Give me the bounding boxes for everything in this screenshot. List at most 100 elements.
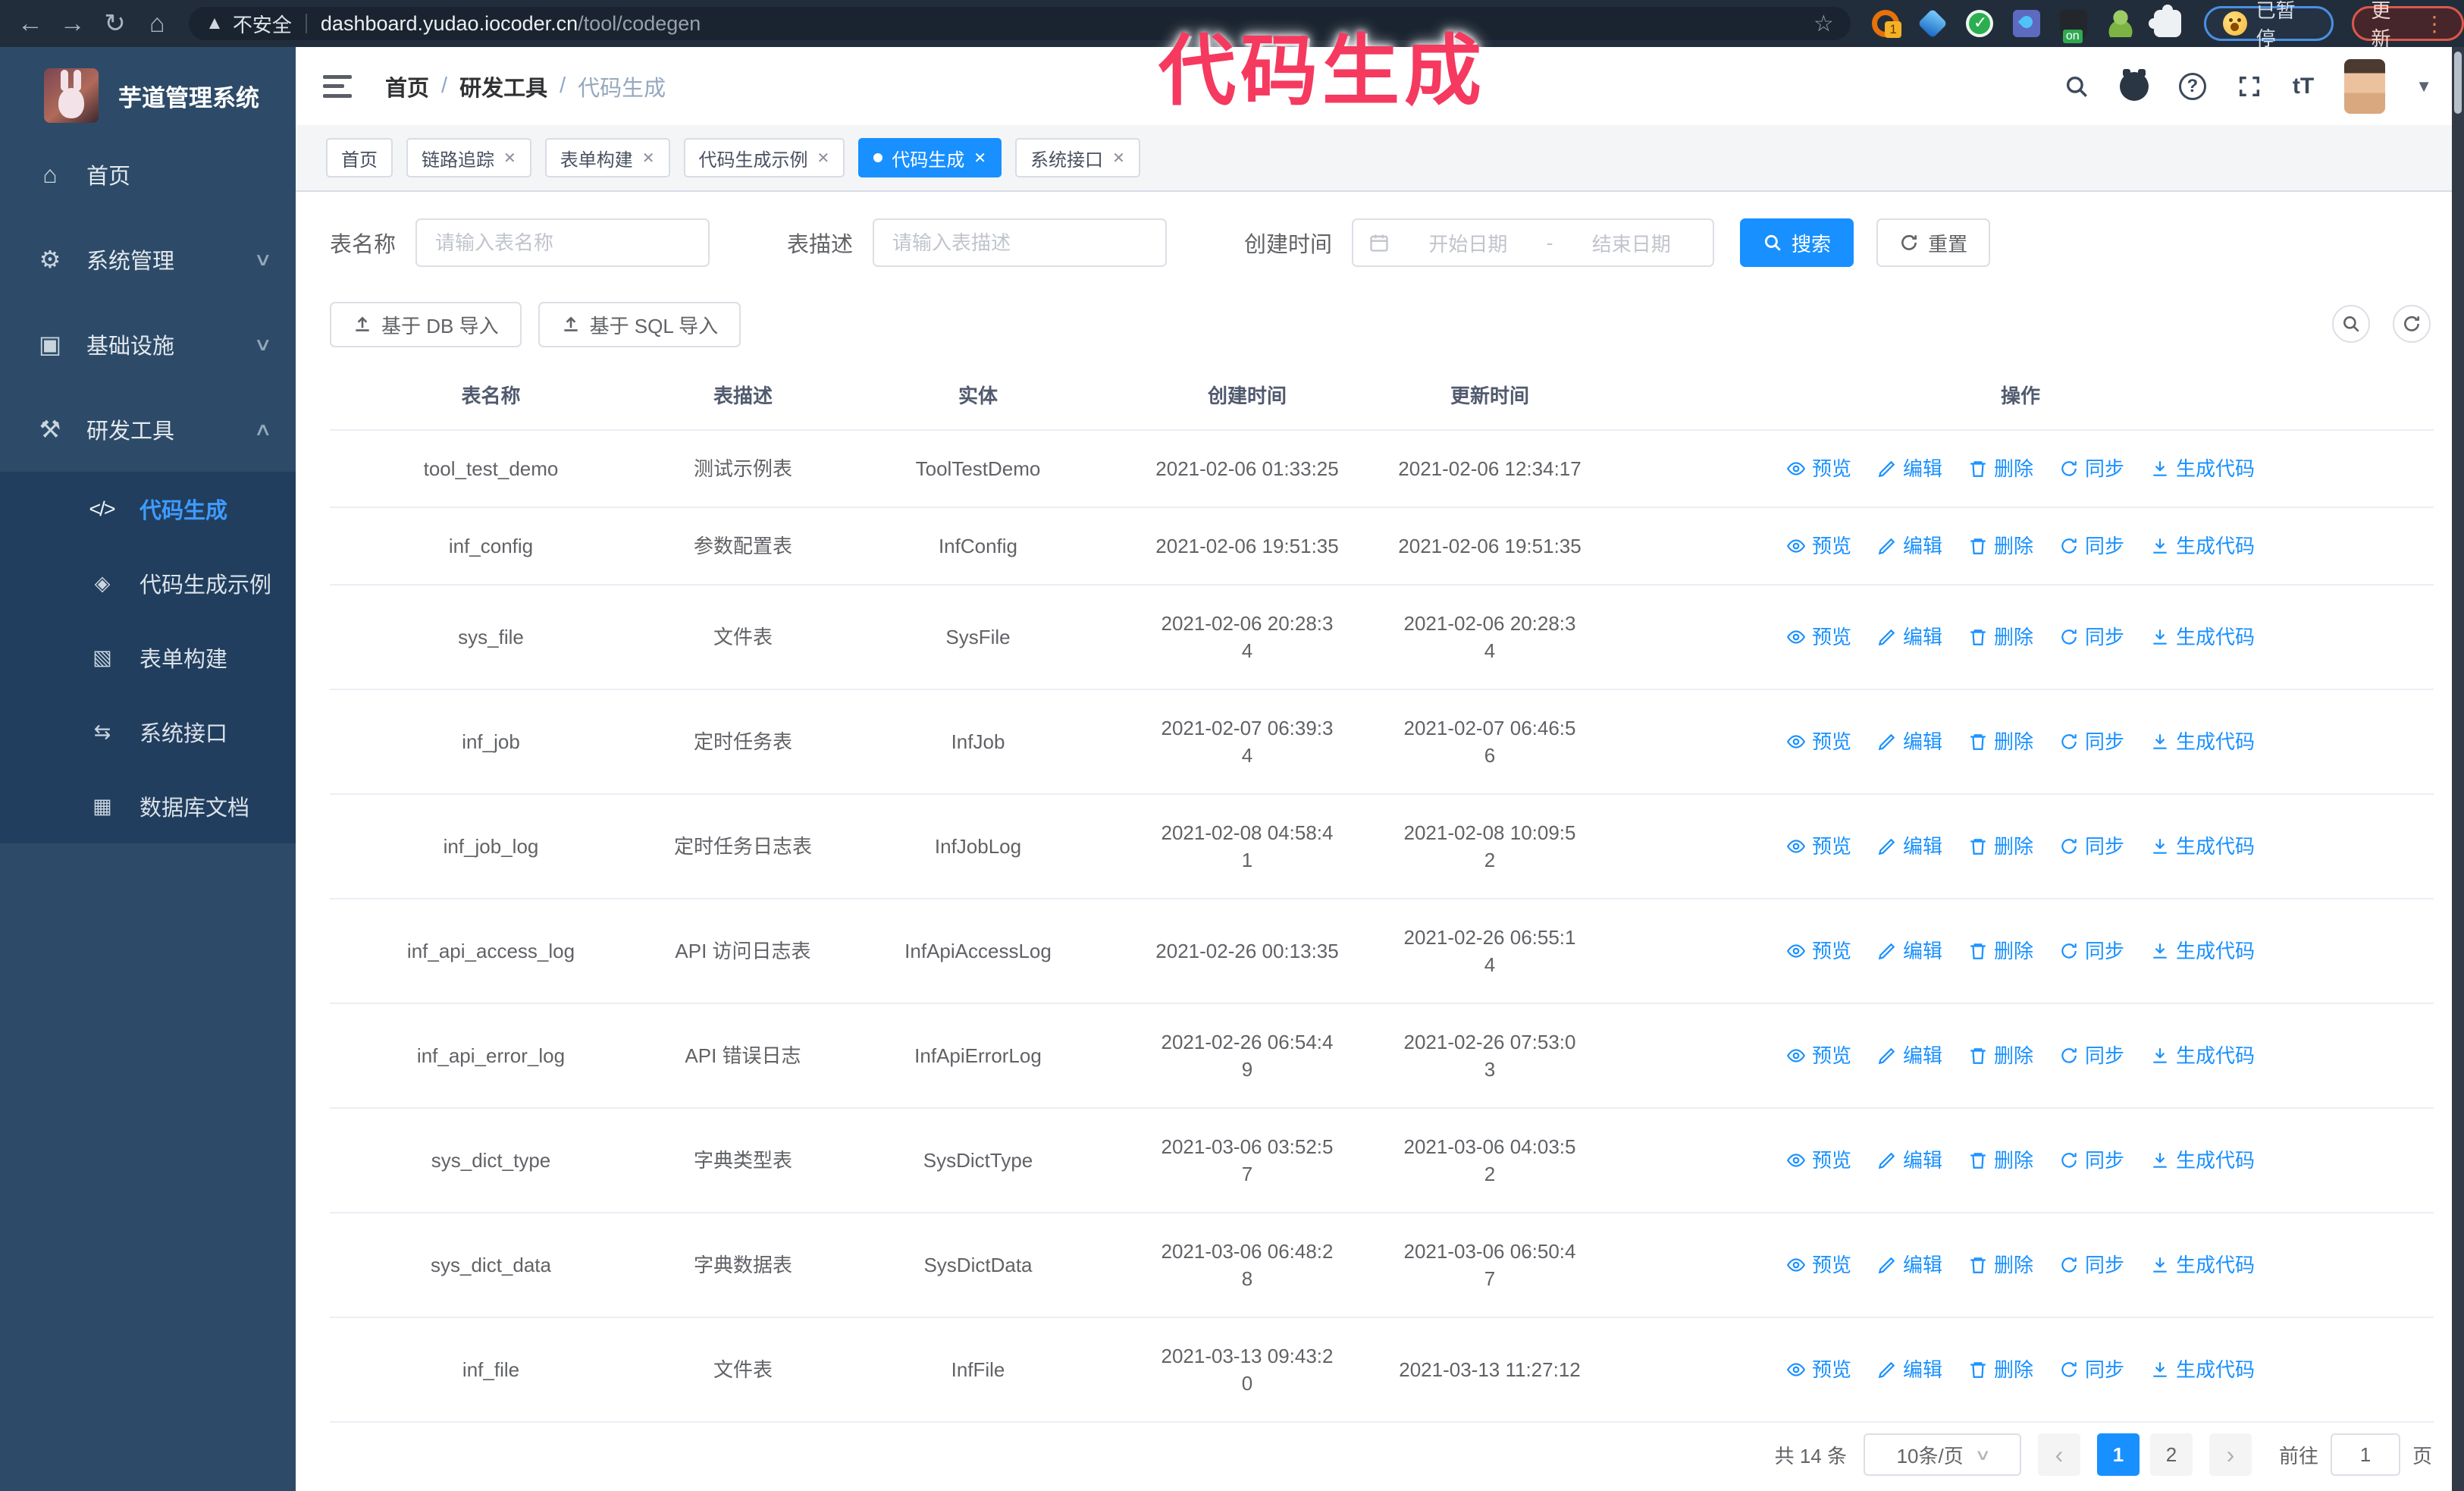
refresh-orange-icon[interactable] (1871, 10, 1901, 38)
recorder-on-icon[interactable] (2059, 10, 2087, 43)
date-range-picker[interactable]: 开始日期 - 结束日期 (1352, 218, 1715, 267)
delete-link[interactable]: 删除 (1968, 623, 2033, 651)
tab-close-icon[interactable]: ✕ (503, 149, 516, 168)
column-header[interactable]: 创建时间 (1122, 363, 1372, 429)
home-icon[interactable]: ⌂ (136, 9, 178, 39)
sidebar-menu-item[interactable]: ⚒ 研发工具 ∧ (0, 387, 296, 472)
breadcrumb-dev-tools[interactable]: 研发工具 (459, 71, 547, 102)
preview-link[interactable]: 预览 (1786, 1356, 1851, 1383)
generate-code-link[interactable]: 生成代码 (2150, 1356, 2255, 1383)
edit-link[interactable]: 编辑 (1877, 1147, 1942, 1174)
preview-link[interactable]: 预览 (1786, 532, 1851, 560)
view-tab[interactable]: 链路追踪 ✕ (406, 138, 531, 177)
forward-icon[interactable]: → (52, 9, 94, 39)
tabs-droplet-icon[interactable] (2012, 10, 2040, 37)
search-icon[interactable] (2064, 74, 2089, 99)
view-tab[interactable]: 代码生成 ✕ (858, 138, 1002, 177)
preview-link[interactable]: 预览 (1786, 1042, 1851, 1069)
column-header[interactable]: 实体 (834, 363, 1122, 429)
preview-link[interactable]: 预览 (1786, 623, 1851, 651)
sync-link[interactable]: 同步 (2059, 833, 2124, 860)
generate-code-link[interactable]: 生成代码 (2150, 455, 2255, 482)
scrollbar-thumb[interactable] (2454, 52, 2462, 114)
gem-icon[interactable] (1917, 8, 1948, 39)
edit-link[interactable]: 编辑 (1877, 1042, 1942, 1069)
column-header[interactable]: 操作 (1607, 363, 2434, 429)
tab-close-icon[interactable]: ✕ (1112, 149, 1125, 168)
preview-link[interactable]: 预览 (1786, 937, 1851, 965)
start-date-placeholder[interactable]: 开始日期 (1402, 229, 1535, 257)
view-tab[interactable]: 首页 (326, 138, 393, 177)
refresh-table-button[interactable] (2393, 305, 2431, 343)
sync-link[interactable]: 同步 (2059, 1042, 2124, 1069)
sync-link[interactable]: 同步 (2059, 937, 2124, 965)
sync-link[interactable]: 同步 (2059, 532, 2124, 560)
page-number-button[interactable]: 1 (2096, 1433, 2140, 1476)
delete-link[interactable]: 删除 (1968, 833, 2033, 860)
column-header[interactable]: 更新时间 (1372, 363, 1607, 429)
user-avatar[interactable] (2344, 58, 2386, 114)
font-size-icon[interactable]: tT (2293, 74, 2314, 99)
generate-code-link[interactable]: 生成代码 (2150, 937, 2255, 965)
check-shield-icon[interactable] (1965, 10, 1993, 37)
view-tab[interactable]: 表单构建 ✕ (544, 138, 670, 177)
delete-link[interactable]: 删除 (1968, 1356, 2033, 1383)
sidebar-menu-item[interactable]: ⚙ 系统管理 ∨ (0, 217, 296, 302)
preview-link[interactable]: 预览 (1786, 833, 1851, 860)
view-tab[interactable]: 系统接口 ✕ (1015, 138, 1140, 177)
preview-link[interactable]: 预览 (1786, 1251, 1851, 1279)
table-name-input[interactable] (415, 218, 710, 267)
sidebar-submenu-item[interactable]: </> 代码生成 (0, 472, 296, 546)
sync-link[interactable]: 同步 (2059, 1356, 2124, 1383)
delete-link[interactable]: 删除 (1968, 532, 2033, 560)
sync-link[interactable]: 同步 (2059, 1251, 2124, 1279)
sync-link[interactable]: 同步 (2059, 623, 2124, 651)
back-icon[interactable]: ← (9, 9, 52, 39)
edit-link[interactable]: 编辑 (1877, 937, 1942, 965)
delete-link[interactable]: 删除 (1968, 728, 2033, 755)
generate-code-link[interactable]: 生成代码 (2150, 532, 2255, 560)
edit-link[interactable]: 编辑 (1877, 623, 1942, 651)
address-bar[interactable]: ▲ 不安全 dashboard.yudao.iocoder.cn /tool/c… (189, 7, 1851, 40)
delete-link[interactable]: 删除 (1968, 1042, 2033, 1069)
edit-link[interactable]: 编辑 (1877, 1356, 1942, 1383)
sidebar-menu-item[interactable]: ▣ 基础设施 ∨ (0, 302, 296, 387)
paused-extension-badge[interactable]: 已暂停 (2203, 0, 2334, 50)
import-db-button[interactable]: 基于 DB 导入 (330, 302, 522, 347)
tab-close-icon[interactable]: ✕ (973, 149, 986, 168)
page-size-select[interactable]: 10条/页 ∨ (1863, 1433, 2021, 1476)
generate-code-link[interactable]: 生成代码 (2150, 1147, 2255, 1174)
prev-page-button[interactable]: ‹ (2037, 1433, 2080, 1476)
help-icon[interactable]: ? (2178, 72, 2206, 100)
search-button[interactable]: 搜索 (1740, 218, 1854, 267)
edit-link[interactable]: 编辑 (1877, 1251, 1942, 1279)
edit-link[interactable]: 编辑 (1877, 532, 1942, 560)
import-sql-button[interactable]: 基于 SQL 导入 (538, 302, 741, 347)
delete-link[interactable]: 删除 (1968, 1251, 2033, 1279)
sidebar-submenu-item[interactable]: ▧ 表单构建 (0, 620, 296, 695)
edit-link[interactable]: 编辑 (1877, 728, 1942, 755)
browser-menu-icon[interactable]: ⋮ (2424, 11, 2445, 36)
sidebar-submenu-item[interactable]: ▦ 数据库文档 (0, 769, 296, 843)
end-date-placeholder[interactable]: 结束日期 (1565, 229, 1698, 257)
page-number-button[interactable]: 2 (2149, 1433, 2193, 1476)
generate-code-link[interactable]: 生成代码 (2150, 1251, 2255, 1279)
preview-link[interactable]: 预览 (1786, 455, 1851, 482)
breadcrumb-home[interactable]: 首页 (385, 71, 429, 102)
tab-close-icon[interactable]: ✕ (642, 149, 655, 168)
preview-link[interactable]: 预览 (1786, 728, 1851, 755)
fullscreen-icon[interactable] (2237, 74, 2262, 99)
edit-link[interactable]: 编辑 (1877, 833, 1942, 860)
collapse-sidebar-icon[interactable] (323, 74, 352, 98)
table-desc-input[interactable] (873, 218, 1168, 267)
preview-link[interactable]: 预览 (1786, 1147, 1851, 1174)
browser-update-button[interactable]: 更新 ⋮ (2352, 0, 2464, 50)
puzzle-icon[interactable] (2148, 5, 2181, 37)
reload-icon[interactable]: ↻ (94, 8, 136, 39)
next-page-button[interactable]: › (2209, 1433, 2252, 1476)
generate-code-link[interactable]: 生成代码 (2150, 623, 2255, 651)
window-scrollbar[interactable] (2452, 47, 2464, 1491)
reset-button[interactable]: 重置 (1876, 218, 1991, 267)
generate-code-link[interactable]: 生成代码 (2150, 833, 2255, 860)
sidebar-submenu-item[interactable]: ⇆ 系统接口 (0, 695, 296, 769)
